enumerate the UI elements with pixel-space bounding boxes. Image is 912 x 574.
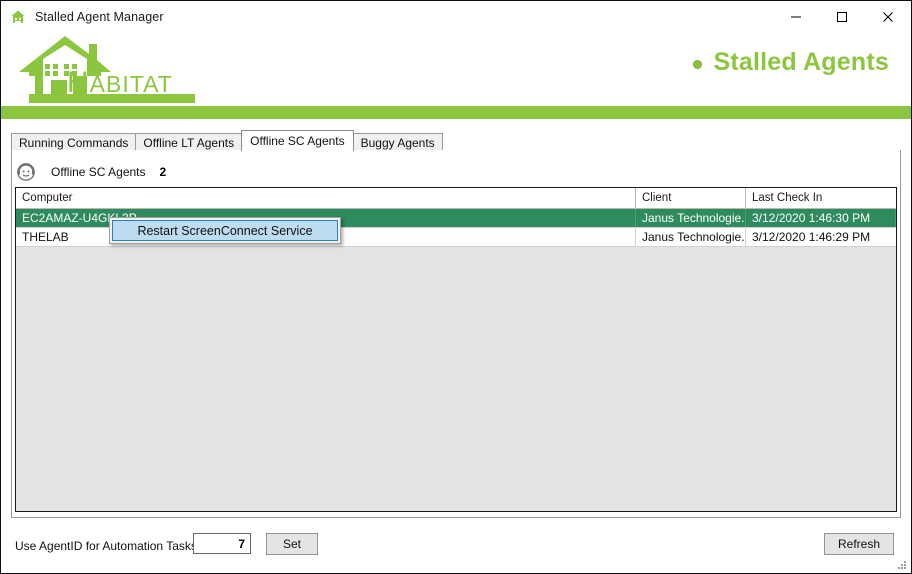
column-header-label: Last Check In <box>752 192 822 204</box>
habitat-logo: HABITAT <box>13 32 203 111</box>
cell-client: Janus Technologie... <box>636 209 746 227</box>
home-icon <box>10 9 26 25</box>
tab-label: Buggy Agents <box>361 136 435 150</box>
context-menu: Restart ScreenConnect Service <box>109 217 341 244</box>
tab-strip: Running Commands Offline LT Agents Offli… <box>11 130 901 151</box>
status-dot-icon <box>693 60 702 69</box>
cell-client: Janus Technologie... <box>636 228 746 246</box>
tab-buggy-agents[interactable]: Buggy Agents <box>353 133 443 151</box>
branding-area: HABITAT Stalled Agents <box>1 32 911 106</box>
footer-bar: Use AgentID for Automation Tasks Set Ref… <box>1 526 911 573</box>
context-menu-item-restart-screenconnect-service[interactable]: Restart ScreenConnect Service <box>112 220 338 241</box>
minimize-button[interactable] <box>773 1 819 32</box>
tab-label: Running Commands <box>19 136 128 150</box>
maximize-button[interactable] <box>819 1 865 32</box>
window-controls <box>773 1 911 32</box>
green-divider-band <box>1 106 911 119</box>
tab-offline-lt-agents[interactable]: Offline LT Agents <box>135 133 242 151</box>
column-header-label: Computer <box>22 192 73 204</box>
agentid-input[interactable] <box>193 533 251 554</box>
refresh-button[interactable]: Refresh <box>824 533 894 555</box>
resize-grip-icon[interactable] <box>896 558 908 570</box>
set-button[interactable]: Set <box>266 533 318 555</box>
cell-last-check-in: 3/12/2020 1:46:30 PM <box>746 209 896 227</box>
svg-text:HABITAT: HABITAT <box>67 66 173 99</box>
context-menu-item-label: Restart ScreenConnect Service <box>137 224 312 238</box>
page-header-count: 2 <box>160 165 167 179</box>
listview-rows: EC2AMAZ-U4GKL2P Janus Technologie... 3/1… <box>16 209 896 512</box>
tab-label: Offline LT Agents <box>143 136 234 150</box>
close-button[interactable] <box>865 1 911 32</box>
agentid-label: Use AgentID for Automation Tasks <box>15 539 197 553</box>
page-header-label: Offline SC Agents <box>51 165 146 179</box>
column-header-label: Client <box>642 192 671 204</box>
page-header: Offline SC Agents 2 <box>15 161 166 183</box>
stalled-agent-manager-window: Stalled Agent Manager <box>0 0 912 574</box>
column-header-computer[interactable]: Computer <box>16 188 636 208</box>
cell-last-check-in: 3/12/2020 1:46:29 PM <box>746 228 896 246</box>
column-header-client[interactable]: Client <box>636 188 746 208</box>
stalled-agents-title: Stalled Agents <box>713 48 889 77</box>
title-bar: Stalled Agent Manager <box>1 1 911 32</box>
stalled-agents-heading: Stalled Agents <box>693 48 889 77</box>
listview-header: Computer Client Last Check In <box>16 188 896 209</box>
agent-headset-icon <box>15 161 37 183</box>
window-title: Stalled Agent Manager <box>35 10 164 24</box>
tab-running-commands[interactable]: Running Commands <box>11 133 136 151</box>
tab-label: Offline SC Agents <box>250 134 345 148</box>
tab-offline-sc-agents[interactable]: Offline SC Agents <box>241 130 354 151</box>
column-header-last-check-in[interactable]: Last Check In <box>746 188 896 208</box>
